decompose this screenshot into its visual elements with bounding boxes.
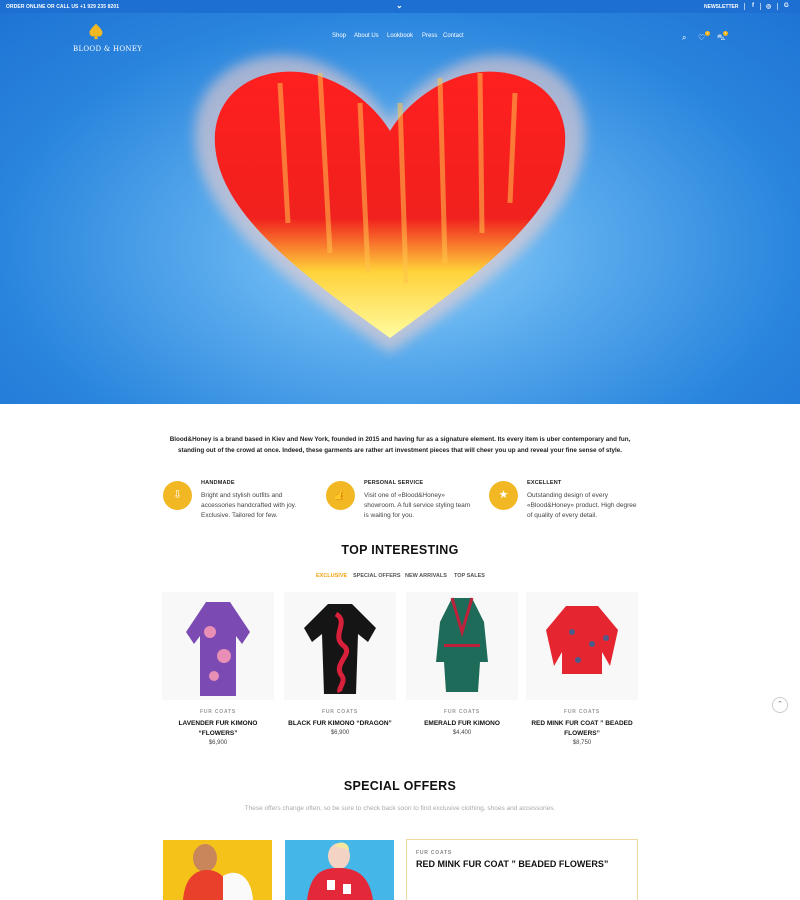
order-phone-text[interactable]: ORDER ONLINE OR CALL US +1 929 235 8201 [6, 4, 119, 10]
wishlist-count-badge: 0 [705, 31, 710, 36]
tab-top-sales[interactable]: TOP SALES [454, 573, 485, 579]
offer-product-name[interactable]: RED MINK FUR COAT ” BEADED FLOWERS” [416, 859, 608, 869]
product-price: $6,900 [208, 740, 228, 746]
nav-lookbook[interactable]: Lookbook [387, 33, 413, 39]
thumbs-up-icon: 👍 [326, 481, 355, 510]
product-card[interactable]: FUR COATS BLACK FUR KIMONO “DRAGON” $6,9… [284, 592, 396, 736]
facebook-icon[interactable]: f [752, 3, 754, 9]
heart-icon[interactable]: ♡ [698, 33, 705, 42]
feature-description: Visit one of «Blood&Honey» showroom. A f… [364, 492, 471, 519]
newsletter-link[interactable]: NEWSLETTER [704, 4, 738, 10]
product-card[interactable]: FUR COATS RED MINK FUR COAT ” BEADED FLO… [526, 592, 638, 746]
divider [777, 3, 778, 10]
product-card[interactable]: FUR COATS LAVENDER FUR KIMONO “FLOWERS” … [162, 592, 274, 746]
divider [760, 3, 761, 10]
intro-text: Blood&Honey is a brand based in Kiev and… [169, 436, 631, 454]
product-category: FUR COATS [200, 709, 236, 715]
instagram-icon[interactable]: ◎ [766, 3, 771, 10]
special-offers-subtitle: These offers change often, so be sure to… [244, 805, 556, 812]
nav-about-us[interactable]: About Us [354, 33, 379, 39]
tab-new-arrivals[interactable]: NEW ARRIVALS [405, 573, 447, 579]
spade-logo-icon [89, 23, 103, 40]
offer-product-category: FUR COATS [416, 850, 452, 856]
product-name[interactable]: LAVENDER FUR KIMONO “FLOWERS” [162, 719, 274, 739]
cart-count-badge: 0 [723, 31, 728, 36]
product-image[interactable] [406, 592, 518, 700]
feature-title: EXCELLENT [527, 480, 562, 486]
feature-description: Bright and stylish outfits and accessori… [201, 492, 297, 519]
hero-banner: BLOOD & HONEY Shop About Us Lookbook Pre… [0, 13, 800, 404]
section-title-special-offers: SPECIAL OFFERS [343, 779, 457, 793]
product-name[interactable]: EMERALD FUR KIMONO [406, 719, 518, 729]
divider [744, 3, 745, 10]
tab-special-offers[interactable]: SPECIAL OFFERS [353, 573, 401, 579]
product-name[interactable]: BLACK FUR KIMONO “DRAGON” [284, 719, 396, 729]
product-card[interactable]: FUR COATS EMERALD FUR KIMONO $4,400 [406, 592, 518, 736]
search-icon[interactable]: ⌕ [682, 33, 686, 43]
star-icon: ★ [489, 481, 518, 510]
kimono-shape [186, 602, 250, 696]
product-price: $6,900 [330, 730, 350, 736]
product-category: FUR COATS [564, 709, 600, 715]
feature-description: Outstanding design of every «Blood&Honey… [527, 492, 637, 519]
hand-icon: ⇩ [163, 481, 192, 510]
feature-title: PERSONAL SERVICE [364, 480, 424, 486]
tab-exclusive[interactable]: EXCLUSIVE [316, 573, 347, 579]
product-image[interactable] [526, 592, 638, 700]
product-name[interactable]: RED MINK FUR COAT ” BEADED FLOWERS” [526, 719, 638, 739]
nav-shop[interactable]: Shop [332, 33, 346, 39]
logo[interactable]: BLOOD & HONEY [73, 23, 143, 59]
offer-image-blue[interactable] [285, 840, 394, 900]
offer-product-card[interactable]: FUR COATS RED MINK FUR COAT ” BEADED FLO… [406, 839, 638, 900]
product-price: $8,750 [572, 740, 592, 746]
chevron-down-icon[interactable]: ⌄ [396, 1, 403, 10]
product-category: FUR COATS [444, 709, 480, 715]
scroll-to-top-button[interactable]: ⌃ [772, 697, 788, 713]
fur-heart-image [194, 55, 586, 353]
product-image[interactable] [284, 592, 396, 700]
google-icon[interactable]: G [784, 3, 789, 9]
product-image[interactable] [162, 592, 274, 700]
product-category: FUR COATS [322, 709, 358, 715]
offer-image-yellow[interactable] [163, 840, 272, 900]
feature-title: HANDMADE [201, 480, 235, 486]
nav-contact[interactable]: Contact [443, 33, 464, 39]
product-price: $4,400 [452, 730, 472, 736]
top-bar: ORDER ONLINE OR CALL US +1 929 235 8201 … [0, 0, 800, 13]
logo-text: BLOOD & HONEY [73, 45, 143, 53]
nav-press[interactable]: Press [422, 33, 437, 39]
section-title-top-interesting: TOP INTERESTING [341, 543, 459, 557]
